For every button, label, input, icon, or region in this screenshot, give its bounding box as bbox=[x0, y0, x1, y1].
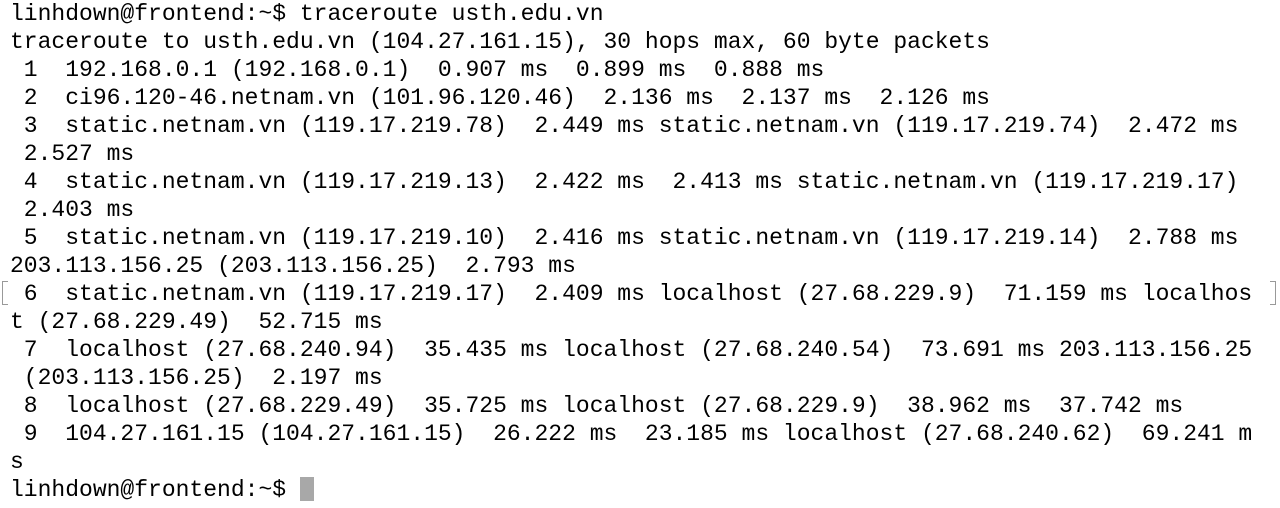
line-mark-left-bracket bbox=[2, 281, 8, 305]
terminal-line: 6 static.netnam.vn (119.17.219.17) 2.409… bbox=[10, 281, 1253, 307]
terminal-line: 2.403 ms bbox=[10, 197, 135, 223]
terminal-line: 3 static.netnam.vn (119.17.219.78) 2.449… bbox=[10, 113, 1239, 139]
terminal-line: 2.527 ms bbox=[10, 141, 135, 167]
terminal-line: linhdown@frontend:~$ traceroute usth.edu… bbox=[10, 1, 604, 27]
text-cursor bbox=[299, 477, 314, 501]
terminal-line: 203.113.156.25 (203.113.156.25) 2.793 ms bbox=[10, 253, 576, 279]
line-mark-right-bracket bbox=[1270, 281, 1276, 305]
terminal-output[interactable]: linhdown@frontend:~$ traceroute usth.edu… bbox=[10, 0, 1252, 504]
prompt-line[interactable]: linhdown@frontend:~$ bbox=[10, 476, 1252, 504]
terminal-line: (203.113.156.25) 2.197 ms bbox=[10, 365, 383, 391]
terminal-line: 2 ci96.120-46.netnam.vn (101.96.120.46) … bbox=[10, 85, 990, 111]
terminal-line: 8 localhost (27.68.229.49) 35.725 ms loc… bbox=[10, 393, 1184, 419]
terminal-line: traceroute to usth.edu.vn (104.27.161.15… bbox=[10, 29, 990, 55]
terminal-line: 5 static.netnam.vn (119.17.219.10) 2.416… bbox=[10, 225, 1239, 251]
terminal-line: 9 104.27.161.15 (104.27.161.15) 26.222 m… bbox=[10, 421, 1253, 447]
terminal-line: 4 static.netnam.vn (119.17.219.13) 2.422… bbox=[10, 169, 1239, 195]
shell-prompt: linhdown@frontend:~$ bbox=[10, 477, 300, 503]
terminal-line: 1 192.168.0.1 (192.168.0.1) 0.907 ms 0.8… bbox=[10, 57, 825, 83]
terminal-line: s bbox=[10, 449, 24, 475]
terminal-line: t (27.68.229.49) 52.715 ms bbox=[10, 309, 383, 335]
terminal-line: 7 localhost (27.68.240.94) 35.435 ms loc… bbox=[10, 337, 1253, 363]
